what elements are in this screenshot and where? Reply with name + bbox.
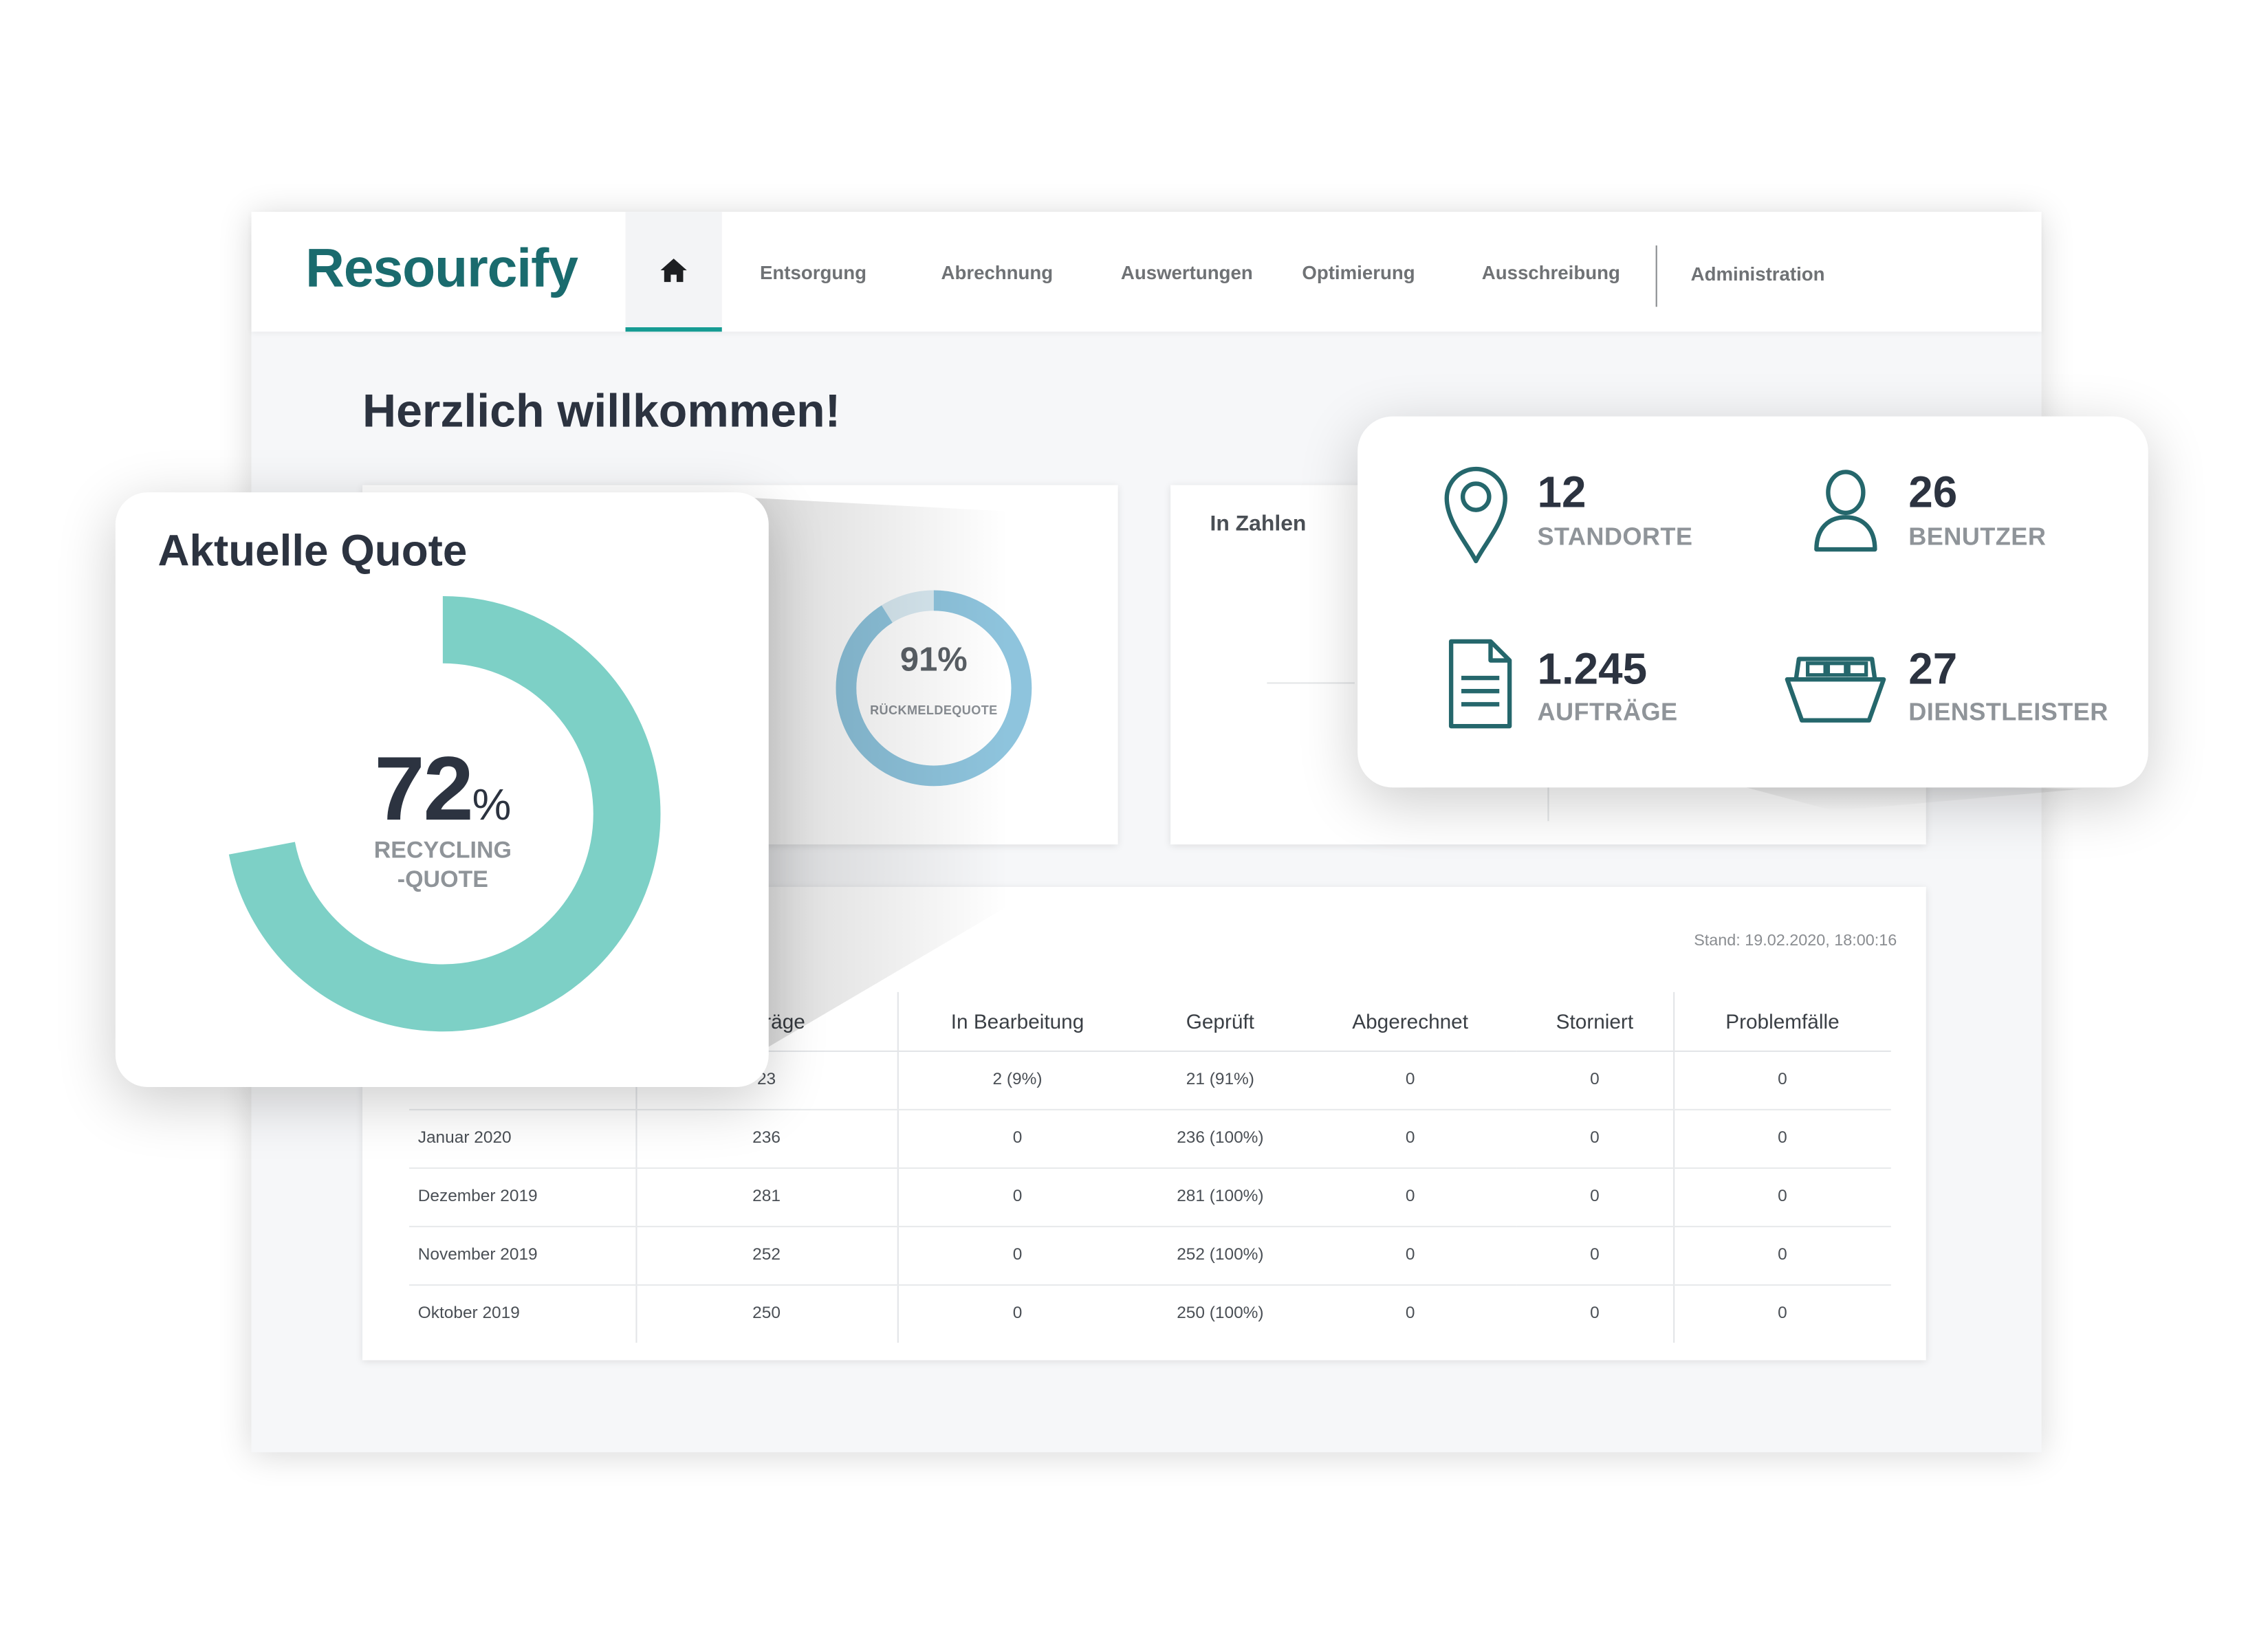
recycling-quote-label-line2: -QUOTE bbox=[397, 868, 488, 893]
col-header-storniert[interactable]: Storniert bbox=[1516, 991, 1675, 1051]
cell-in-bearbeitung: 0 bbox=[897, 1167, 1137, 1227]
cell-in-bearbeitung: 0 bbox=[1012, 1305, 1023, 1323]
cell-month: November 2019 bbox=[409, 1225, 637, 1285]
cell-month: Oktober 2019 bbox=[409, 1284, 637, 1343]
aktuelle-quote-card: Aktuelle Quote 72% RECYCLING -QUOTE bbox=[115, 492, 769, 1087]
cell-storniert: 0 bbox=[1516, 1108, 1675, 1168]
cell-in-bearbeitung: 0 bbox=[897, 1225, 1137, 1285]
recycling-quote-label: RECYCLING -QUOTE bbox=[223, 837, 662, 896]
cell-month: Januar 2020 bbox=[409, 1108, 637, 1168]
cell-auftraege: 250 bbox=[635, 1284, 898, 1343]
standorte-value: 12 bbox=[1537, 469, 1586, 518]
cell-in-bearbeitung: 2 (9%) bbox=[897, 1050, 1137, 1110]
nav-optimierung[interactable]: Optimierung bbox=[1302, 261, 1415, 283]
cell-problemfaelle: 0 bbox=[1673, 1108, 1891, 1168]
cell-problemfaelle: 0 bbox=[1673, 1167, 1891, 1227]
stage: Resourcify Entsorgung Abrechnung Auswert… bbox=[0, 0, 2268, 1646]
aktuelle-quote-title: Aktuelle Quote bbox=[157, 527, 468, 576]
table-row[interactable]: Oktober 2019 250 0 250 (100%) 0 0 0 bbox=[409, 1284, 1891, 1343]
cell-in-bearbeitung: 0 bbox=[897, 1108, 1137, 1168]
rueckmeldequote-ring bbox=[836, 590, 1032, 787]
cell-geprueft: 250 (100%) bbox=[1177, 1305, 1264, 1323]
col-header-in-bearbeitung[interactable]: In Bearbeitung bbox=[897, 991, 1137, 1051]
stats-card: 12 STANDORTE 26 BENUTZER 1.245 AUFTRÄGE … bbox=[1357, 416, 2148, 788]
auftraege-label: AUFTRÄGE bbox=[1537, 698, 1678, 727]
rueckmeldequote-ring-value bbox=[836, 590, 1032, 787]
container-icon bbox=[1785, 657, 1886, 723]
nav-auswertungen[interactable]: Auswertungen bbox=[1121, 261, 1253, 283]
home-icon bbox=[660, 258, 687, 282]
nav-entsorgung[interactable]: Entsorgung bbox=[760, 261, 866, 283]
cell-abgerechnet: 0 bbox=[1303, 1167, 1517, 1227]
col-header-geprueft[interactable]: Geprüft bbox=[1137, 991, 1304, 1051]
cell-geprueft: 252 (100%) bbox=[1137, 1225, 1304, 1285]
cell-geprueft: 21 (91%) bbox=[1137, 1050, 1304, 1110]
recycling-quote-unit: % bbox=[472, 781, 512, 830]
cell-abgerechnet: 0 bbox=[1303, 1108, 1517, 1168]
cell-auftraege: 236 bbox=[635, 1108, 898, 1168]
cell-problemfaelle: 0 bbox=[1673, 1225, 1891, 1285]
rueckmeldequote-value: 91% bbox=[899, 639, 968, 678]
cell-auftraege: 252 bbox=[635, 1225, 898, 1285]
resourcify-logo[interactable]: Resourcify bbox=[305, 238, 578, 299]
rueckmeldequote-label: RÜCKMELDEQUOTE bbox=[870, 703, 998, 718]
nav-ausschreibung[interactable]: Ausschreibung bbox=[1482, 261, 1620, 283]
auftraege-value: 1.245 bbox=[1537, 646, 1648, 694]
benutzer-label: BENUTZER bbox=[1908, 523, 2047, 551]
top-navbar: Resourcify Entsorgung Abrechnung Auswert… bbox=[251, 212, 2042, 332]
cell-storniert: 0 bbox=[1516, 1167, 1675, 1227]
location-pin-icon bbox=[1444, 467, 1507, 564]
nav-divider bbox=[1655, 245, 1657, 307]
col-header-problemfaelle[interactable]: Problemfälle bbox=[1673, 991, 1891, 1051]
cell-storniert: 0 bbox=[1516, 1050, 1675, 1110]
cell-abgerechnet: 0 bbox=[1405, 1305, 1415, 1323]
nav-home-tab[interactable] bbox=[625, 212, 722, 332]
cell-auftraege: 281 bbox=[635, 1167, 898, 1227]
col-header-abgerechnet[interactable]: Abgerechnet bbox=[1303, 991, 1517, 1051]
recycling-quote-value: 72% bbox=[223, 738, 662, 842]
cell-geprueft: 236 (100%) bbox=[1137, 1108, 1304, 1168]
table-row[interactable]: November 2019 252 0 252 (100%) 0 0 0 bbox=[409, 1225, 1891, 1285]
recycling-quote-number: 72 bbox=[374, 739, 473, 840]
nav-abrechnung[interactable]: Abrechnung bbox=[941, 261, 1054, 283]
cell-storniert: 0 bbox=[1516, 1284, 1675, 1343]
table-row[interactable]: Januar 2020 236 0 236 (100%) 0 0 0 bbox=[409, 1108, 1891, 1168]
recycling-quote-label-line1: RECYCLING bbox=[373, 838, 512, 864]
standorte-label: STANDORTE bbox=[1537, 523, 1693, 551]
document-icon bbox=[1448, 639, 1512, 729]
cell-problemfaelle: 0 bbox=[1778, 1305, 1787, 1323]
welcome-heading: Herzlich willkommen! bbox=[362, 384, 841, 437]
in-zahlen-title: In Zahlen bbox=[1210, 511, 1307, 536]
cell-geprueft: 281 (100%) bbox=[1137, 1167, 1304, 1227]
cell-abgerechnet: 0 bbox=[1303, 1225, 1517, 1285]
cell-storniert: 0 bbox=[1516, 1225, 1675, 1285]
user-icon bbox=[1814, 470, 1877, 552]
cell-problemfaelle: 0 bbox=[1673, 1050, 1891, 1110]
ghost-divider bbox=[1267, 682, 1355, 684]
benutzer-value: 26 bbox=[1908, 469, 1958, 518]
dienstleister-value: 27 bbox=[1908, 646, 1958, 694]
table-row[interactable]: Dezember 2019 281 0 281 (100%) 0 0 0 bbox=[409, 1167, 1891, 1227]
stand-timestamp: Stand: 19.02.2020, 18:00:16 bbox=[1694, 932, 1897, 950]
dienstleister-label: DIENSTLEISTER bbox=[1908, 698, 2108, 727]
nav-administration[interactable]: Administration bbox=[1691, 263, 1825, 285]
cell-month: Dezember 2019 bbox=[409, 1167, 637, 1227]
cell-abgerechnet: 0 bbox=[1303, 1050, 1517, 1110]
